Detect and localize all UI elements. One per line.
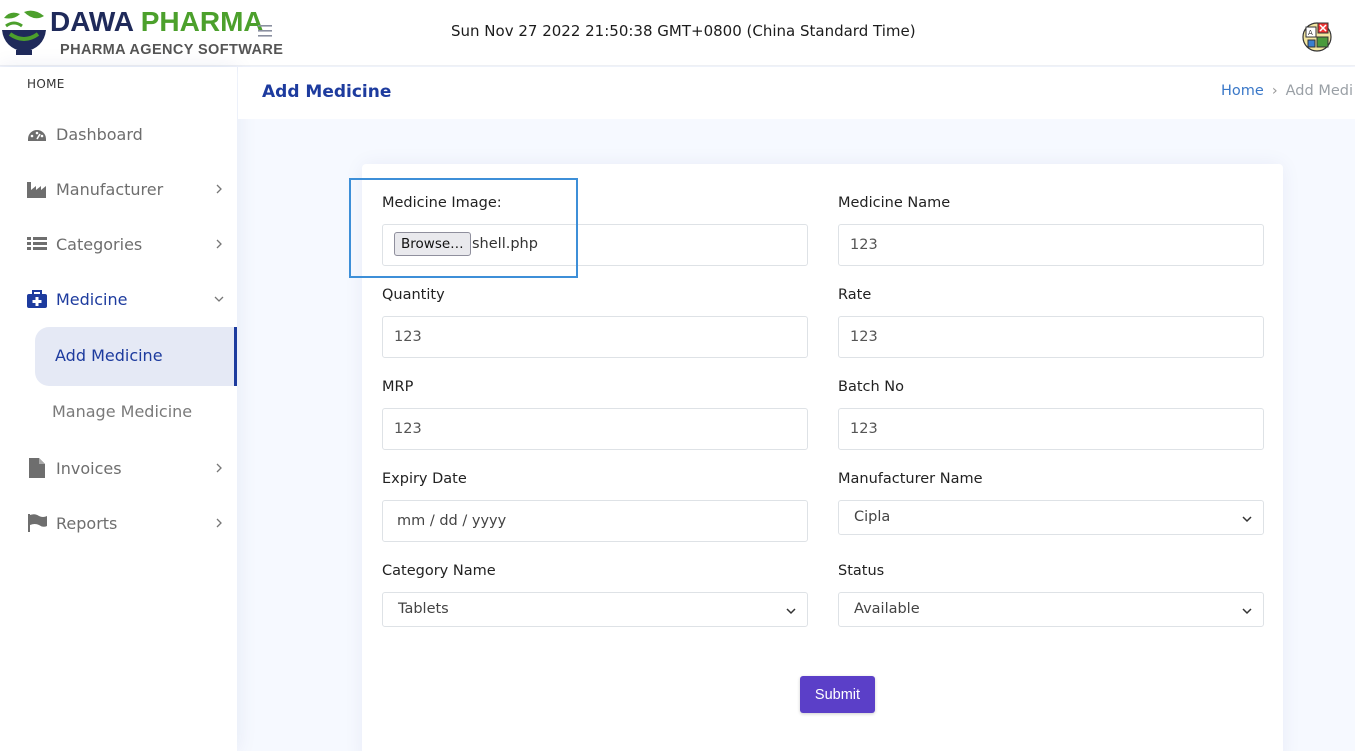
medicine-image-input[interactable]: Browse… shell.php [382,224,808,266]
sidebar-item-categories[interactable]: Categories [0,222,237,266]
chevron-down-icon [214,296,224,302]
file-icon [26,457,48,479]
chevron-right-icon [216,463,222,473]
category-select[interactable]: Tablets [382,592,808,627]
brand-subtitle: PHARMA AGENCY SOFTWARE [60,42,284,58]
sidebar-item-medicine[interactable]: Medicine [0,277,237,321]
quantity-value: 123 [394,329,422,345]
manufacturer-select[interactable]: Cipla [838,500,1264,535]
medkit-icon [26,288,48,310]
top-header: DAWA PHARMA PHARMA AGENCY SOFTWARE Sun N… [0,0,1355,66]
browse-button[interactable]: Browse… [394,232,471,256]
breadcrumb: Home › Add Medi [1221,83,1353,99]
quantity-label: Quantity [382,287,445,303]
batch-no-input[interactable]: 123 [838,408,1264,450]
submit-button[interactable]: Submit [800,676,875,713]
sidebar-item-label: Medicine [56,289,128,309]
manufacturer-selected-value: Cipla [854,509,891,525]
user-avatar-icon[interactable]: A [1300,19,1334,53]
expiry-date-input[interactable]: mm / dd / yyyy [382,500,808,542]
category-name-label: Category Name [382,563,496,579]
rate-input[interactable]: 123 [838,316,1264,358]
hamburger-icon[interactable] [256,21,276,41]
status-selected-value: Available [854,601,920,617]
current-datetime: Sun Nov 27 2022 21:50:38 GMT+0800 (China… [451,22,916,40]
sidebar-item-dashboard[interactable]: Dashboard [0,112,237,156]
page-title: Add Medicine [262,82,392,102]
sidebar-item-invoices[interactable]: Invoices [0,446,237,490]
sidebar-subitem-add-medicine[interactable]: Add Medicine [35,327,237,386]
sidebar-item-manufacturer[interactable]: Manufacturer [0,167,237,211]
brand-word-1: DAWA [50,6,133,37]
brand-logo[interactable]: DAWA PHARMA PHARMA AGENCY SOFTWARE [0,4,283,62]
mortar-pestle-icon [2,10,46,55]
batch-no-value: 123 [850,421,878,437]
brand-title: DAWA PHARMA [50,6,264,38]
sidebar-item-label: Categories [56,234,143,254]
dashboard-icon [26,123,48,145]
chevron-right-icon [216,184,222,194]
category-selected-value: Tablets [398,601,449,617]
sidebar-subitem-label: Add Medicine [55,346,163,365]
chevron-down-icon [1242,516,1252,523]
chevron-right-icon [216,239,222,249]
sidebar-subitem-manage-medicine[interactable]: Manage Medicine [52,402,192,421]
sidebar-heading: HOME [27,77,65,91]
quantity-input[interactable]: 123 [382,316,808,358]
medicine-name-label: Medicine Name [838,195,951,211]
expiry-date-placeholder: mm / dd / yyyy [397,513,507,529]
expiry-date-label: Expiry Date [382,471,467,487]
medicine-name-input[interactable]: 123 [838,224,1264,266]
status-select[interactable]: Available [838,592,1264,627]
medicine-name-value: 123 [850,237,878,253]
selected-file-name: shell.php [472,236,538,252]
chevron-down-icon [1242,608,1252,615]
breadcrumb-separator-icon: › [1271,83,1278,99]
factory-icon [26,178,48,200]
mrp-input[interactable]: 123 [382,408,808,450]
sidebar: HOME Dashboard Manufacturer Categories M… [0,67,237,751]
svg-text:A: A [1308,29,1313,37]
page-title-bar: Add Medicine Home › Add Medi [238,67,1355,119]
medicine-image-label: Medicine Image: [382,195,502,211]
list-icon [26,233,48,255]
flag-icon [26,512,48,534]
sidebar-item-label: Manufacturer [56,179,164,199]
rate-label: Rate [838,287,872,303]
mrp-label: MRP [382,379,414,395]
chevron-right-icon [216,518,222,528]
add-medicine-form: Medicine Image: Browse… shell.php Medici… [349,164,1283,751]
sidebar-item-label: Reports [56,513,118,533]
rate-value: 123 [850,329,878,345]
sidebar-item-label: Dashboard [56,124,143,144]
brand-word-2: PHARMA [140,6,264,37]
mrp-value: 123 [394,421,422,437]
status-label: Status [838,563,885,579]
chevron-down-icon [786,608,796,615]
breadcrumb-current: Add Medi [1285,83,1353,99]
sidebar-item-reports[interactable]: Reports [0,501,237,545]
manufacturer-name-label: Manufacturer Name [838,471,983,487]
breadcrumb-home-link[interactable]: Home [1221,83,1264,99]
sidebar-item-label: Invoices [56,458,122,478]
batch-no-label: Batch No [838,379,905,395]
